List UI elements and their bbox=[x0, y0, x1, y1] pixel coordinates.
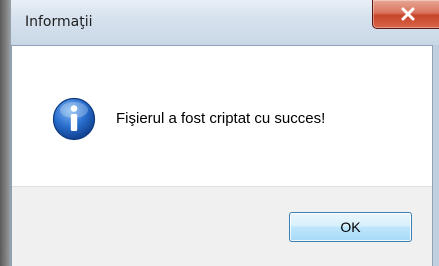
title-bar[interactable]: Informaţii bbox=[11, 0, 439, 45]
dialog-footer: OK bbox=[12, 186, 432, 266]
window-title: Informaţii bbox=[25, 14, 93, 30]
close-icon bbox=[401, 7, 415, 21]
ok-button[interactable]: OK bbox=[289, 212, 412, 242]
message-dialog: Fişierul a fost criptat cu succes! OK bbox=[11, 45, 433, 266]
dialog-content: Fişierul a fost criptat cu succes! bbox=[12, 46, 432, 186]
window-frame-left bbox=[0, 0, 11, 266]
dialog-message: Fişierul a fost criptat cu succes! bbox=[116, 110, 326, 127]
information-icon bbox=[52, 97, 96, 141]
close-button[interactable] bbox=[372, 0, 439, 29]
